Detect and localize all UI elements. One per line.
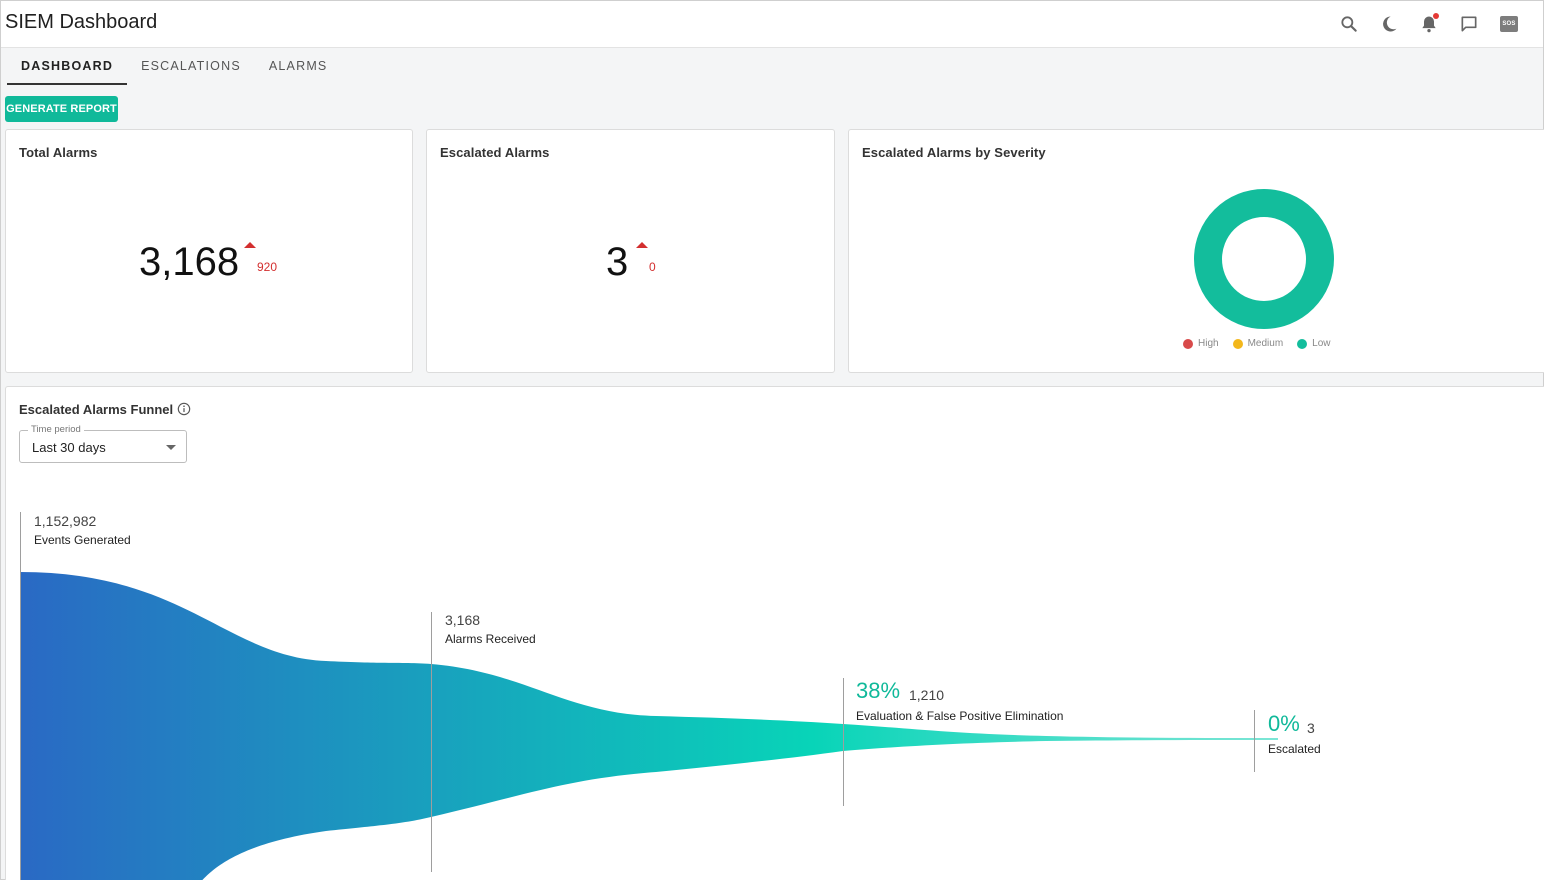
notification-dot: [1433, 13, 1439, 19]
delta-up-icon: [636, 242, 648, 248]
app-title: SIEM Dashboard: [5, 11, 158, 33]
moon-icon[interactable]: [1369, 12, 1409, 36]
funnel-chart: [20, 572, 1278, 880]
delta-up-icon: [244, 242, 256, 248]
sos-icon[interactable]: SOS: [1489, 12, 1529, 36]
info-icon[interactable]: [177, 402, 191, 416]
severity-donut-chart: [1194, 189, 1334, 329]
bell-icon[interactable]: [1409, 12, 1449, 36]
stage-count-escalated: 3: [1307, 720, 1315, 736]
legend-dot-low: [1297, 338, 1308, 349]
top-icons: SOS: [1329, 12, 1529, 36]
stage-line-alarms: [431, 612, 432, 872]
escalated-alarms-delta: 0: [649, 260, 656, 274]
funnel-card: Escalated Alarms Funnel Time period Last…: [5, 386, 1544, 880]
total-alarms-value: 3,168: [139, 240, 240, 284]
chevron-down-icon: [166, 445, 176, 450]
tab-escalations[interactable]: ESCALATIONS: [127, 51, 255, 85]
escalated-alarms-title: Escalated Alarms: [440, 145, 550, 160]
stage-count-alarms: 3,168: [445, 612, 481, 628]
search-icon[interactable]: [1329, 12, 1369, 36]
stage-percent-escalated: 0%: [1268, 711, 1300, 736]
severity-card: Escalated Alarms by Severity High Medium…: [848, 129, 1544, 373]
escalated-alarms-card: Escalated Alarms 3 0: [426, 129, 835, 373]
time-period-value: Last 30 days: [32, 440, 106, 455]
stage-count-events: 1,152,982: [34, 513, 97, 529]
funnel-title: Escalated Alarms Funnel: [19, 402, 174, 417]
stage-label-events: Events Generated: [34, 533, 131, 547]
legend-label-low: Low: [1312, 338, 1331, 349]
stage-line-escalated: [1254, 710, 1255, 772]
severity-legend: High Medium Low: [1183, 338, 1331, 349]
chat-icon[interactable]: [1449, 12, 1489, 36]
legend-item-high[interactable]: High: [1183, 338, 1219, 349]
stage-line-events: [20, 512, 21, 880]
severity-title: Escalated Alarms by Severity: [862, 145, 1046, 160]
generate-report-button[interactable]: GENERATE REPORT: [5, 96, 118, 122]
funnel-shape: [20, 572, 1278, 880]
legend-dot-high: [1183, 338, 1193, 349]
total-alarms-card: Total Alarms 3,168 920: [5, 129, 413, 373]
stage-percent-evaluation: 38%: [856, 678, 901, 703]
donut-slice-low[interactable]: [1194, 189, 1334, 329]
top-bar: SIEM Dashboard SOS: [1, 1, 1543, 48]
stage-label-alarms: Alarms Received: [445, 632, 536, 646]
stage-count-evaluation: 1,210: [909, 687, 945, 703]
tab-bar: DASHBOARD ESCALATIONS ALARMS: [7, 51, 341, 87]
stage-label-escalated: Escalated: [1268, 742, 1321, 756]
stage-line-evaluation: [843, 678, 844, 806]
legend-item-low[interactable]: Low: [1297, 338, 1331, 349]
legend-label-medium: Medium: [1247, 338, 1284, 349]
tab-dashboard[interactable]: DASHBOARD: [7, 51, 128, 85]
escalated-alarms-value: 3: [606, 240, 629, 284]
stage-label-evaluation: Evaluation & False Positive Elimination: [856, 709, 1064, 723]
sos-label: SOS: [1500, 16, 1518, 32]
tab-alarms[interactable]: ALARMS: [255, 51, 342, 85]
total-alarms-title: Total Alarms: [19, 145, 98, 160]
legend-item-medium[interactable]: Medium: [1232, 338, 1284, 349]
time-period-label: Time period: [28, 424, 84, 435]
total-alarms-delta: 920: [257, 260, 278, 274]
legend-label-high: High: [1198, 338, 1219, 349]
legend-dot-medium: [1232, 338, 1243, 349]
time-period-select[interactable]: Time period Last 30 days: [19, 424, 187, 463]
